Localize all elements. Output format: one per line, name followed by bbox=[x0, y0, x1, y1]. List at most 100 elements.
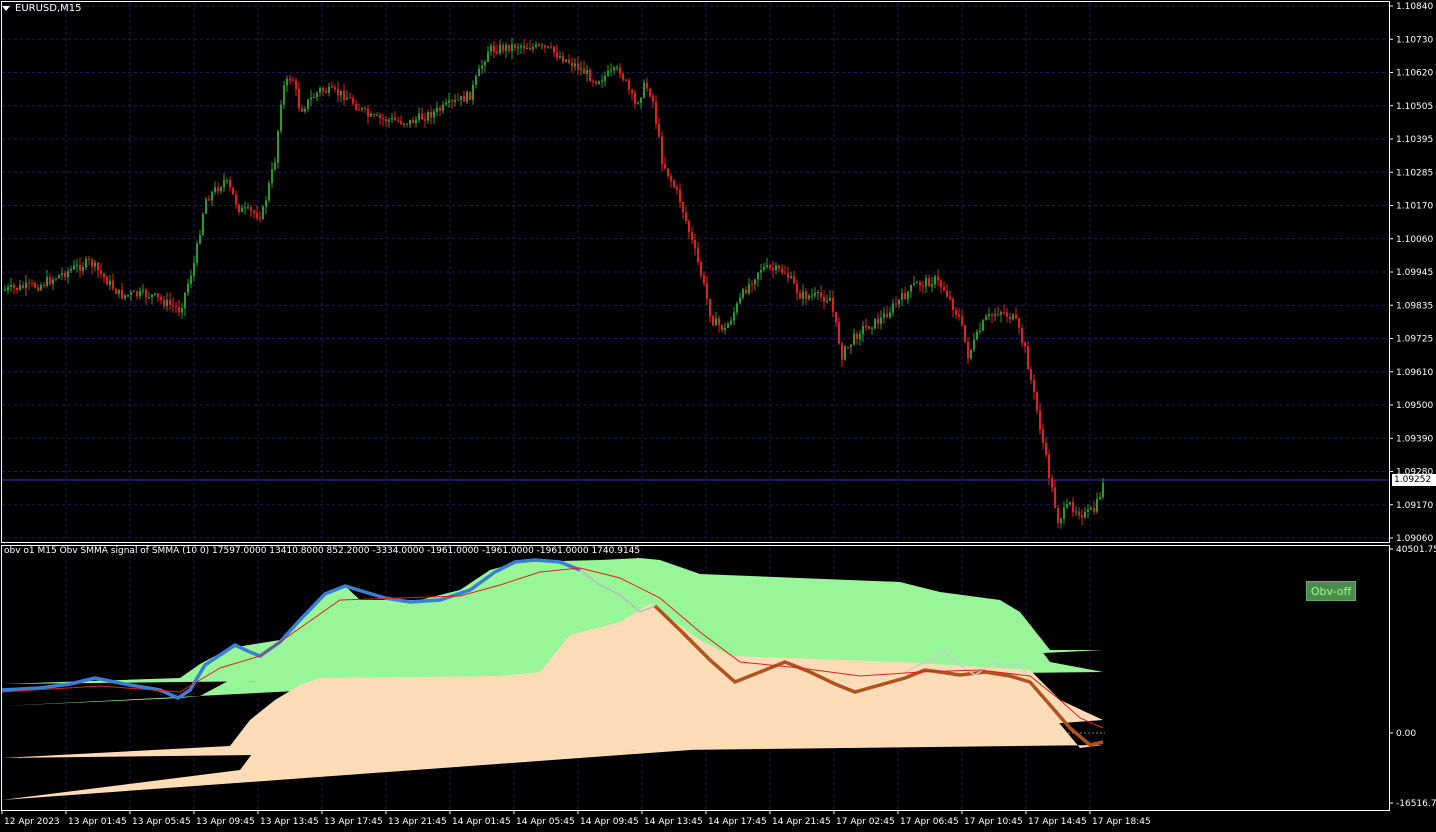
time-axis-label: 13 Apr 21:45 bbox=[388, 817, 447, 827]
candle-body bbox=[469, 91, 471, 100]
price-axis-label: 1.09060 bbox=[1396, 534, 1433, 544]
candle-body bbox=[547, 46, 549, 48]
candle-body bbox=[883, 313, 885, 318]
candle-body bbox=[805, 291, 807, 299]
candle-body bbox=[538, 44, 540, 46]
candle-body bbox=[499, 44, 501, 54]
candle-body bbox=[463, 95, 465, 102]
candle-body bbox=[346, 97, 348, 100]
candle-body bbox=[253, 210, 255, 214]
candle-body bbox=[907, 291, 909, 300]
candle-body bbox=[1093, 508, 1095, 512]
candle-body bbox=[658, 123, 660, 137]
candle-body bbox=[604, 75, 606, 81]
candle-body bbox=[964, 325, 966, 342]
candle-body bbox=[700, 262, 702, 276]
candle-body bbox=[433, 111, 435, 118]
candle-body bbox=[1018, 318, 1020, 329]
candle-body bbox=[718, 318, 720, 326]
candle-body bbox=[508, 44, 510, 52]
candle-body bbox=[994, 314, 996, 316]
chart-canvas[interactable]: 1.10840 1.10730 1.10620 1.10505 1.10395 1.102… bbox=[0, 0, 1436, 832]
candle-body bbox=[865, 326, 867, 328]
candle-body bbox=[442, 104, 444, 111]
candle-body bbox=[709, 298, 711, 316]
candle-body bbox=[847, 346, 849, 348]
candle-body bbox=[130, 292, 132, 295]
candle-body bbox=[199, 234, 201, 244]
candle-body bbox=[373, 113, 375, 115]
candle-body bbox=[529, 48, 531, 50]
candle-body bbox=[682, 202, 684, 213]
candle-body bbox=[409, 119, 411, 125]
candle-body bbox=[568, 59, 570, 63]
candle-body bbox=[91, 259, 93, 267]
candle-body bbox=[238, 204, 240, 213]
candle-body bbox=[97, 262, 99, 271]
main-frame bbox=[1, 1, 1390, 543]
candle-body bbox=[820, 291, 822, 297]
candle-body bbox=[244, 207, 246, 209]
candle-body bbox=[991, 314, 993, 316]
candle-body bbox=[811, 295, 813, 297]
candle-body bbox=[1009, 316, 1011, 320]
candle-body bbox=[160, 297, 162, 300]
candle-body bbox=[4, 289, 6, 291]
candle-body bbox=[154, 293, 156, 295]
candle-body bbox=[613, 67, 615, 70]
candle-body bbox=[148, 297, 150, 299]
candle-body bbox=[1051, 477, 1053, 488]
candle-body bbox=[1012, 314, 1014, 320]
candle-body bbox=[523, 45, 525, 49]
candle-body bbox=[763, 267, 765, 270]
candle-body bbox=[961, 316, 963, 326]
candle-body bbox=[790, 276, 792, 278]
candle-body bbox=[100, 270, 102, 274]
candle-body bbox=[271, 169, 273, 184]
candle-body bbox=[10, 284, 12, 288]
candle-body bbox=[730, 320, 732, 324]
candle-body bbox=[721, 325, 723, 331]
candle-body bbox=[343, 90, 345, 100]
candle-body bbox=[481, 65, 483, 69]
candle-body bbox=[637, 102, 639, 104]
candle-body bbox=[580, 68, 582, 70]
candle-body bbox=[370, 113, 372, 117]
candle-body bbox=[943, 287, 945, 291]
candle-body bbox=[514, 44, 516, 49]
candle-body bbox=[841, 343, 843, 360]
candle-body bbox=[1024, 342, 1026, 347]
candle-body bbox=[157, 293, 159, 298]
candle-body bbox=[460, 95, 462, 100]
dropdown-triangle-icon[interactable] bbox=[2, 6, 10, 11]
candle-body bbox=[151, 294, 153, 298]
symbol-label: EURUSD,M15 bbox=[15, 3, 82, 14]
candle-body bbox=[367, 108, 369, 117]
candle-body bbox=[166, 299, 168, 307]
candle-body bbox=[400, 120, 402, 124]
candle-body bbox=[193, 262, 195, 276]
candle-body bbox=[70, 269, 72, 271]
candle-body bbox=[178, 307, 180, 313]
candle-body bbox=[574, 63, 576, 67]
candle-body bbox=[322, 88, 324, 92]
candle-body bbox=[16, 287, 18, 290]
candle-body bbox=[223, 180, 225, 188]
candle-body bbox=[109, 280, 111, 285]
candle-body bbox=[391, 117, 393, 120]
candle-body bbox=[595, 81, 597, 84]
candle-body bbox=[871, 328, 873, 330]
candle-body bbox=[259, 217, 261, 220]
candle-body bbox=[748, 283, 750, 294]
candle-body bbox=[37, 287, 39, 291]
candle-body bbox=[88, 258, 90, 260]
candle-body bbox=[328, 86, 330, 93]
time-axis-label: 17 Apr 14:45 bbox=[1028, 817, 1087, 827]
symbol-title[interactable]: EURUSD,M15 bbox=[2, 3, 81, 14]
candle-body bbox=[256, 213, 258, 218]
candle-body bbox=[136, 291, 138, 297]
obv-toggle-button[interactable]: Obv-off bbox=[1306, 581, 1356, 601]
price-axis-label: 1.10395 bbox=[1396, 135, 1433, 145]
price-axis-label: 1.10730 bbox=[1396, 35, 1433, 45]
candle-body bbox=[733, 312, 735, 321]
